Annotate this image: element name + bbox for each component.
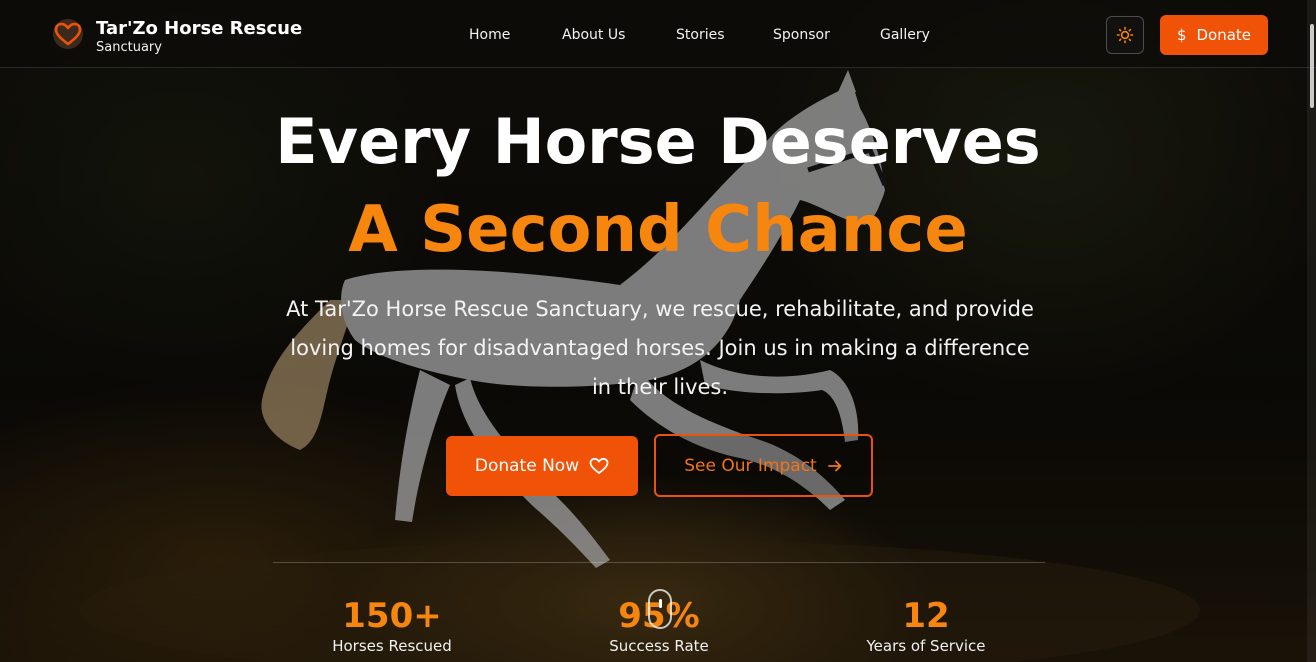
scroll-dot [659,599,662,608]
stat-horses-rescued: 150+ Horses Rescued [282,596,502,656]
nav-link-about-us[interactable]: About Us [562,27,625,43]
see-our-impact-label: See Our Impact [684,455,817,476]
heart-outline-icon [589,457,609,474]
scrollbar-thumb[interactable] [1310,24,1314,108]
heart-icon [53,19,83,49]
stat-value: 150+ [342,596,442,636]
donate-button[interactable]: $ Donate [1160,15,1268,55]
donate-now-button[interactable]: Donate Now [446,436,638,496]
stat-value: 12 [902,596,950,636]
sun-icon [1116,26,1134,44]
hero-title: Every Horse Deserves [275,105,1041,178]
see-our-impact-button[interactable]: See Our Impact [654,434,873,497]
nav-link-gallery[interactable]: Gallery [880,27,930,43]
stat-label: Success Rate [609,637,709,655]
nav-link-home[interactable]: Home [469,27,510,43]
nav-link-sponsor[interactable]: Sponsor [773,27,830,43]
stat-years-of-service: 12 Years of Service [816,596,1036,656]
donate-button-label: Donate [1196,26,1252,44]
stats-divider [273,562,1045,563]
brand[interactable]: Tar'Zo Horse Rescue Sanctuary [52,18,302,56]
nav-link-stories[interactable]: Stories [676,27,725,43]
arrow-right-icon [827,460,842,471]
brand-tagline: Sanctuary [96,40,162,55]
stat-label: Years of Service [866,637,986,655]
stat-label: Horses Rescued [332,637,452,655]
theme-toggle-button[interactable] [1106,16,1144,54]
top-navbar: Tar'Zo Horse Rescue Sanctuary Home About… [0,0,1316,68]
page-scrollbar[interactable] [1307,0,1316,662]
scroll-down-indicator[interactable] [648,589,672,629]
hero-description: At Tar'Zo Horse Rescue Sanctuary, we res… [286,297,1034,399]
donate-now-label: Donate Now [474,456,580,476]
dollar-icon: $ [1176,26,1187,44]
brand-name: Tar'Zo Horse Rescue [96,18,303,39]
hero-subtitle: A Second Chance [348,193,968,267]
